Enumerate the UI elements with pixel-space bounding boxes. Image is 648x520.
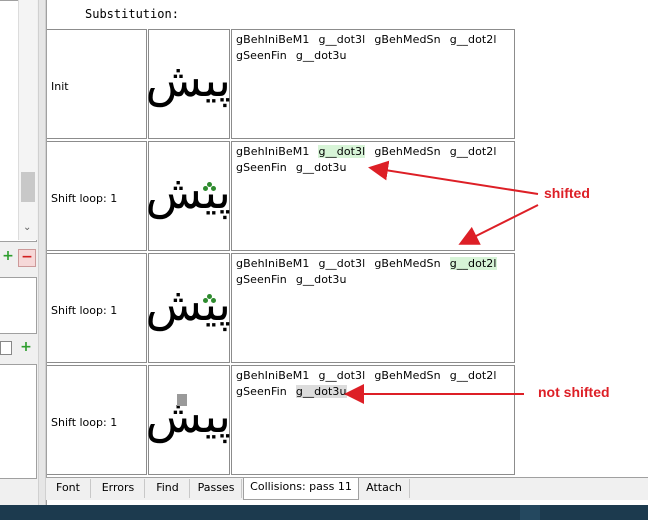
shifted-arrow-upper xyxy=(368,160,539,195)
taskbar-item[interactable] xyxy=(520,505,540,520)
not-shifted-annotation: not shifted xyxy=(538,384,610,400)
shifted-annotation: shifted xyxy=(544,185,590,201)
os-taskbar xyxy=(0,505,648,520)
annotation-arrows xyxy=(344,160,539,404)
shifted-arrow-lower xyxy=(458,204,539,245)
